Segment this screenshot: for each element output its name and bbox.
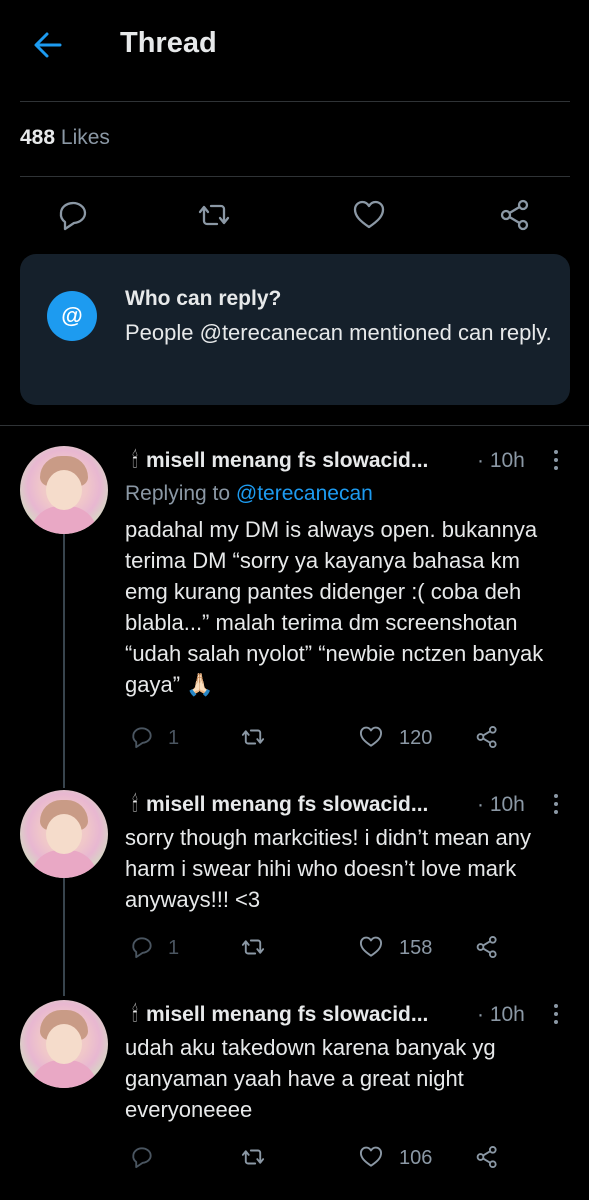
likes-stat[interactable]: 488 Likes [20,126,110,150]
divider [0,425,589,426]
who-can-reply-card: @ Who can reply? People @terecanecan men… [20,254,570,405]
retweet-icon[interactable] [240,724,266,750]
share-icon[interactable] [497,197,533,233]
tweet-text: udah aku takedown karena banyak yg ganya… [125,1035,496,1122]
reply-count: 1 [168,937,180,959]
like-icon[interactable] [358,934,384,960]
who-can-reply-title: Who can reply? [125,287,282,310]
avatar[interactable] [20,1000,108,1088]
like-count: 106 [399,1147,433,1169]
top-bar: Thread [0,0,589,92]
thread-connector [63,878,65,996]
thread-connector [63,534,65,788]
mention-icon: @ [47,291,97,341]
divider [20,101,570,102]
author-name[interactable]: 🕯 misell menang fs slowacid... [132,793,428,817]
share-icon[interactable] [474,934,500,960]
candle-emoji-icon: 🕯 [132,449,138,472]
candle-emoji-icon: 🕯 [132,1003,138,1026]
like-icon[interactable] [358,724,384,750]
author-name[interactable]: 🕯 misell menang fs slowacid... [132,449,428,473]
tweet-time: · 10h [477,449,525,472]
who-can-reply-body: People @terecanecan mentioned can reply. [125,320,552,345]
likes-label: Likes [60,126,110,149]
avatar[interactable] [20,446,108,534]
reply-icon[interactable] [129,1144,155,1170]
retweet-icon[interactable] [196,197,232,233]
reply-count: 1 [168,727,180,749]
like-count: 158 [399,937,433,959]
replying-to-handle[interactable]: @terecanecan [236,482,373,505]
avatar[interactable] [20,790,108,878]
tweet-text: padahal my DM is always open. bukannya t… [125,517,544,697]
reply-icon[interactable] [55,197,91,233]
retweet-icon[interactable] [240,934,266,960]
like-count: 120 [399,727,433,749]
reply-icon[interactable] [129,724,155,750]
page-title: Thread [120,27,217,59]
share-icon[interactable] [474,1144,500,1170]
tweet-time: · 10h [477,793,525,816]
replying-to-label: Replying to [125,482,231,505]
like-icon[interactable] [358,1144,384,1170]
divider [20,176,570,177]
replying-to: Replying to @terecanecan [125,482,373,506]
reply-icon[interactable] [129,934,155,960]
share-icon[interactable] [474,724,500,750]
back-arrow-icon[interactable] [30,28,64,62]
more-options-icon[interactable] [549,1002,563,1026]
retweet-icon[interactable] [240,1144,266,1170]
like-icon[interactable] [351,197,387,233]
candle-emoji-icon: 🕯 [132,793,138,816]
author-name[interactable]: 🕯 misell menang fs slowacid... [132,1003,428,1027]
tweet-time: · 10h [477,1003,525,1026]
likes-count: 488 [20,126,56,149]
tweet-text: sorry though markcities! i didn’t mean a… [125,825,531,912]
more-options-icon[interactable] [549,792,563,816]
more-options-icon[interactable] [549,448,563,472]
